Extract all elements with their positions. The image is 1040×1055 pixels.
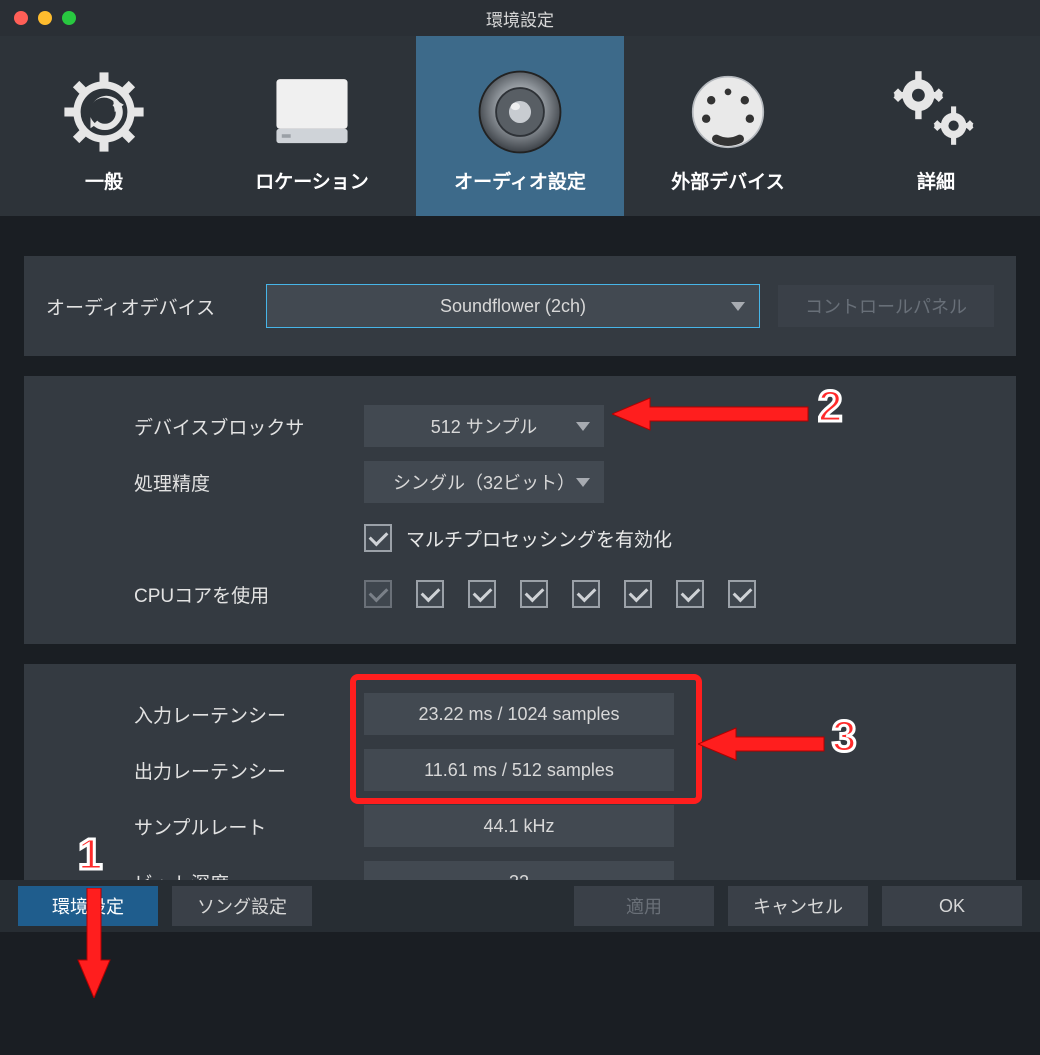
cpu-cores-label: CPUコアを使用 (134, 581, 354, 608)
tab-external[interactable]: 外部デバイス (624, 36, 832, 216)
sample-rate-value: 44.1 kHz (364, 805, 674, 847)
precision-value: シングル（32ビット） (393, 469, 575, 495)
ok-button[interactable]: OK (882, 886, 1022, 926)
tab-location[interactable]: ロケーション (208, 36, 416, 216)
block-size-value: 512 サンプル (431, 413, 538, 439)
chevron-down-icon (731, 302, 745, 311)
tab-location-label: ロケーション (255, 167, 369, 194)
cpu-core-checkbox-1[interactable] (364, 580, 392, 608)
multiproc-checkbox[interactable] (364, 524, 392, 552)
input-latency-value: 23.22 ms / 1024 samples (364, 693, 674, 735)
midi-icon (686, 57, 770, 167)
block-size-label: デバイスブロックサ (134, 413, 354, 440)
audio-device-select[interactable]: Soundflower (2ch) (266, 284, 760, 328)
output-latency-label: 出力レーテンシー (134, 757, 354, 784)
cancel-button[interactable]: キャンセル (728, 886, 868, 926)
precision-label: 処理精度 (134, 469, 354, 496)
sample-rate-label: サンプルレート (134, 813, 354, 840)
tab-general-label: 一般 (85, 167, 123, 194)
audio-device-value: Soundflower (2ch) (440, 296, 586, 317)
panel-audio-device: オーディオデバイス Soundflower (2ch) コントロールパネル (24, 256, 1016, 356)
block-size-select[interactable]: 512 サンプル (364, 405, 604, 447)
footer-tab-song[interactable]: ソング設定 (172, 886, 312, 926)
window-title: 環境設定 (0, 6, 1040, 31)
gears-icon (888, 57, 984, 167)
chevron-down-icon (576, 422, 590, 431)
drive-icon (267, 57, 357, 167)
input-latency-label: 入力レーテンシー (134, 701, 354, 728)
control-panel-button[interactable]: コントロールパネル (778, 285, 994, 327)
cpu-core-checkbox-6[interactable] (624, 580, 652, 608)
titlebar: 環境設定 (0, 0, 1040, 36)
precision-select[interactable]: シングル（32ビット） (364, 461, 604, 503)
speaker-icon (474, 57, 566, 167)
apply-button[interactable]: 適用 (574, 886, 714, 926)
content-area: オーディオデバイス Soundflower (2ch) コントロールパネル デバ… (0, 216, 1040, 932)
panel-processing: デバイスブロックサ 512 サンプル 処理精度 シングル（32ビット） マルチプ… (24, 376, 1016, 644)
cpu-core-checkbox-3[interactable] (468, 580, 496, 608)
cpu-core-checkbox-7[interactable] (676, 580, 704, 608)
chevron-down-icon (576, 478, 590, 487)
multiproc-label: マルチプロセッシングを有効化 (406, 525, 672, 552)
output-latency-value: 11.61 ms / 512 samples (364, 749, 674, 791)
pref-toolbar: 一般 ロケーション (0, 36, 1040, 216)
control-panel-label: コントロールパネル (805, 293, 967, 319)
tab-advanced-label: 詳細 (917, 167, 955, 194)
audio-device-label: オーディオデバイス (46, 293, 266, 320)
tab-external-label: 外部デバイス (671, 167, 784, 194)
tab-audio-label: オーディオ設定 (454, 167, 586, 194)
tab-advanced[interactable]: 詳細 (832, 36, 1040, 216)
tab-audio[interactable]: オーディオ設定 (416, 36, 624, 216)
cpu-core-checkbox-8[interactable] (728, 580, 756, 608)
footer-bar: 環境設定 ソング設定 適用 キャンセル OK (0, 880, 1040, 932)
cpu-core-checkbox-5[interactable] (572, 580, 600, 608)
cpu-core-checkbox-4[interactable] (520, 580, 548, 608)
gear-icon (59, 57, 149, 167)
footer-tab-prefs[interactable]: 環境設定 (18, 886, 158, 926)
tab-general[interactable]: 一般 (0, 36, 208, 216)
cpu-core-checkbox-2[interactable] (416, 580, 444, 608)
